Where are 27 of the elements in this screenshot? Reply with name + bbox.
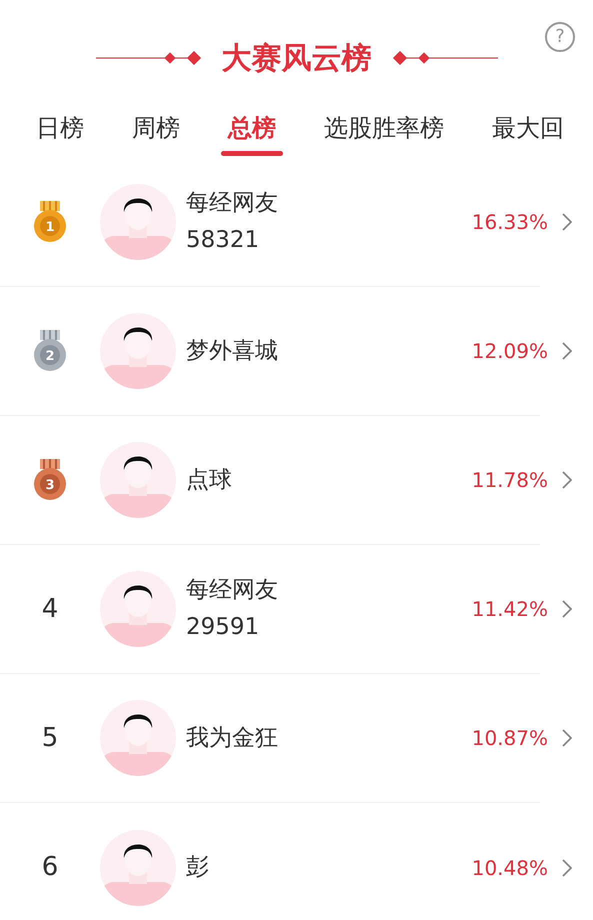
tab[interactable]: 总榜: [221, 110, 283, 158]
chevron-right-icon[interactable]: [562, 471, 572, 489]
return-rate: 11.42%: [472, 596, 548, 623]
chevron-right-icon[interactable]: [562, 342, 572, 360]
rank-number: 4: [42, 592, 58, 626]
return-rate: 16.33%: [472, 209, 548, 236]
tab[interactable]: 选股胜率榜: [317, 110, 451, 158]
chevron-right-icon[interactable]: [562, 600, 572, 618]
chevron-right-icon[interactable]: [562, 858, 572, 876]
tab[interactable]: 日榜: [29, 110, 91, 158]
user-name: 点球: [186, 466, 233, 495]
return-rate: 12.09%: [472, 338, 548, 365]
user-name: 我为金狂: [186, 724, 279, 753]
tab[interactable]: 周榜: [125, 110, 187, 158]
leaderboard-title: 大赛风云榜: [222, 40, 372, 78]
return-rate: 11.78%: [472, 467, 548, 494]
chevron-right-icon[interactable]: [562, 729, 572, 747]
rank-number: 6: [42, 851, 58, 884]
tab[interactable]: 最大回: [485, 110, 571, 158]
user-name: 梦外喜城: [186, 336, 279, 366]
return-rate: 10.48%: [472, 854, 548, 882]
return-rate: 10.87%: [472, 725, 548, 752]
user-name: 每经网友29591: [186, 576, 279, 642]
rank-number: 5: [42, 722, 58, 754]
user-name: 彭: [186, 853, 210, 882]
chevron-right-icon[interactable]: [562, 213, 572, 231]
user-name: 每经网友58321: [186, 189, 279, 255]
